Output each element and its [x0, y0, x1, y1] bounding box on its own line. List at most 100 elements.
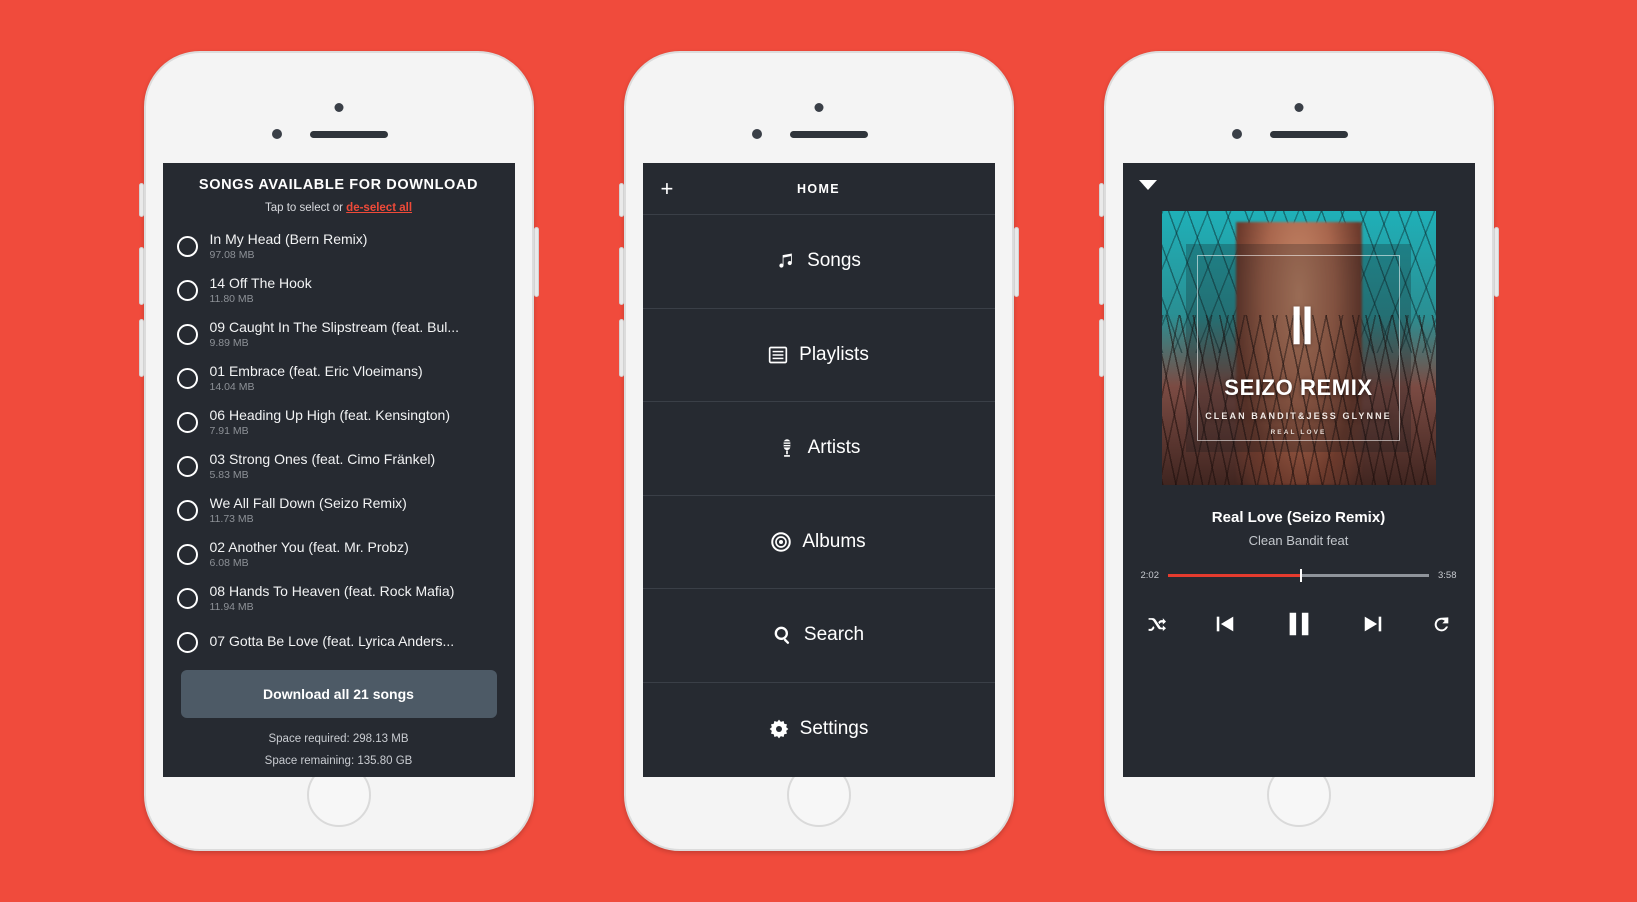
- download-all-button[interactable]: Download all 21 songs: [180, 670, 497, 718]
- album-art-wrap: ‖ SEIZO REMIX CLEAN BANDIT&JESS GLYNNE R…: [1123, 211, 1475, 485]
- phone-now-playing: ‖ SEIZO REMIX CLEAN BANDIT&JESS GLYNNE R…: [1098, 51, 1499, 851]
- menu-item-label: Albums: [802, 530, 866, 552]
- song-list: In My Head (Bern Remix) 97.08 MB 14 Off …: [163, 224, 515, 664]
- volume-up-button[interactable]: [1098, 247, 1104, 305]
- proximity-sensor: [1231, 129, 1242, 139]
- song-size: 9.89 MB: [209, 337, 249, 350]
- song-title: 02 Another You (feat. Mr. Probz): [209, 538, 409, 555]
- menu-item-settings[interactable]: Settings: [643, 683, 995, 777]
- album-art: ‖ SEIZO REMIX CLEAN BANDIT&JESS GLYNNE R…: [1161, 211, 1436, 485]
- list-item[interactable]: 14 Off The Hook 11.80 MB: [163, 268, 515, 312]
- list-item[interactable]: 01 Embrace (feat. Eric Vloeimans) 14.04 …: [163, 356, 515, 400]
- download-header: SONGS AVAILABLE FOR DOWNLOAD Tap to sele…: [163, 163, 515, 214]
- progress-fill: [1168, 574, 1302, 577]
- record-icon: [771, 532, 792, 552]
- select-hint-text: Tap to select or: [264, 202, 347, 214]
- menu-item-albums[interactable]: Albums: [642, 496, 995, 589]
- song-title: 09 Caught In The Slipstream (feat. Bul..…: [209, 318, 460, 335]
- power-button[interactable]: [1493, 227, 1499, 297]
- volume-up-button[interactable]: [138, 247, 144, 305]
- silent-switch[interactable]: [618, 183, 624, 217]
- earpiece-speaker: [1269, 131, 1348, 138]
- space-required: Space required: 298.13 MB: [268, 733, 409, 745]
- volume-down-button[interactable]: [618, 319, 624, 377]
- pause-icon[interactable]: [1284, 609, 1314, 639]
- song-size: 11.94 MB: [209, 601, 254, 614]
- earpiece-speaker: [309, 131, 388, 138]
- song-text: 01 Embrace (feat. Eric Vloeimans) 14.04 …: [210, 363, 423, 394]
- song-title: 03 Strong Ones (feat. Cimo Fränkel): [209, 450, 436, 467]
- art-title: SEIZO REMIX: [1224, 375, 1373, 401]
- select-radio-icon[interactable]: [176, 455, 198, 477]
- front-camera: [1294, 103, 1303, 112]
- silent-switch[interactable]: [138, 183, 144, 217]
- menu-item-search[interactable]: Search: [642, 589, 995, 683]
- select-radio-icon[interactable]: [176, 543, 198, 565]
- select-radio-icon[interactable]: [176, 499, 198, 521]
- song-size: 7.91 MB: [209, 425, 249, 438]
- add-button[interactable]: +: [661, 177, 674, 200]
- list-item[interactable]: We All Fall Down (Seizo Remix) 11.73 MB: [163, 488, 515, 532]
- list-item[interactable]: 02 Another You (feat. Mr. Probz) 6.08 MB: [163, 532, 515, 576]
- song-size: 6.08 MB: [209, 557, 249, 570]
- silent-switch[interactable]: [1098, 183, 1104, 217]
- list-item[interactable]: 03 Strong Ones (feat. Cimo Fränkel) 5.83…: [163, 444, 515, 488]
- menu-item-artists[interactable]: Artists: [642, 402, 995, 496]
- de-select-all-link[interactable]: de-select all: [346, 202, 412, 214]
- menu-item-label: Songs: [807, 250, 861, 272]
- earpiece-speaker: [789, 131, 868, 138]
- select-hint: Tap to select or de-select all: [173, 202, 505, 214]
- progress-slider[interactable]: [1168, 569, 1429, 583]
- phones-stage: SONGS AVAILABLE FOR DOWNLOAD Tap to sele…: [0, 0, 1637, 902]
- list-item[interactable]: 08 Hands To Heaven (feat. Rock Mafia) 11…: [163, 576, 515, 620]
- progress-row: 2:02 3:58: [1123, 569, 1475, 583]
- song-text: 08 Hands To Heaven (feat. Rock Mafia) 11…: [210, 583, 455, 614]
- front-camera: [814, 103, 823, 112]
- select-radio-icon[interactable]: [176, 631, 198, 653]
- repeat-icon[interactable]: [1432, 615, 1451, 634]
- song-title: 06 Heading Up High (feat. Kensington): [209, 406, 450, 423]
- previous-track-icon[interactable]: [1214, 613, 1236, 635]
- caret-down-icon[interactable]: [1138, 180, 1157, 190]
- menu-header: + HOME: [642, 163, 995, 215]
- gear-icon: [769, 719, 789, 739]
- select-radio-icon[interactable]: [176, 323, 198, 345]
- power-button[interactable]: [533, 227, 539, 297]
- list-item[interactable]: 07 Gotta Be Love (feat. Lyrica Anders...: [163, 620, 515, 664]
- microphone-icon: [777, 438, 797, 458]
- list-item[interactable]: In My Head (Bern Remix) 97.08 MB: [163, 224, 515, 268]
- screen-home-menu: + HOME Songs Playlists Artists Albums Se…: [642, 163, 995, 777]
- song-text: 02 Another You (feat. Mr. Probz) 6.08 MB: [210, 539, 409, 570]
- song-title: We All Fall Down (Seizo Remix): [209, 494, 407, 511]
- volume-down-button[interactable]: [138, 319, 144, 377]
- phone-home-menu: + HOME Songs Playlists Artists Albums Se…: [618, 51, 1019, 851]
- select-radio-icon[interactable]: [176, 235, 198, 257]
- song-size: 97.08 MB: [209, 249, 255, 262]
- volume-up-button[interactable]: [618, 247, 624, 305]
- list-item[interactable]: 06 Heading Up High (feat. Kensington) 7.…: [163, 400, 515, 444]
- volume-down-button[interactable]: [1098, 319, 1104, 377]
- progress-knob[interactable]: [1299, 569, 1303, 583]
- proximity-sensor: [271, 129, 282, 139]
- space-remaining: Space remaining: 135.80 GB: [264, 754, 413, 767]
- song-text: In My Head (Bern Remix) 97.08 MB: [210, 231, 368, 262]
- song-text: 09 Caught In The Slipstream (feat. Bul..…: [210, 319, 460, 350]
- list-item[interactable]: 09 Caught In The Slipstream (feat. Bul..…: [163, 312, 515, 356]
- next-track-icon[interactable]: [1362, 613, 1384, 635]
- menu-item-songs[interactable]: Songs: [642, 215, 995, 309]
- select-radio-icon[interactable]: [176, 411, 198, 433]
- music-note-icon: [776, 251, 796, 271]
- select-radio-icon[interactable]: [176, 367, 198, 389]
- power-button[interactable]: [1013, 227, 1019, 297]
- song-text: 07 Gotta Be Love (feat. Lyrica Anders...: [210, 633, 455, 651]
- menu-item-label: Playlists: [799, 343, 869, 365]
- song-text: We All Fall Down (Seizo Remix) 11.73 MB: [210, 495, 407, 526]
- shuffle-icon[interactable]: [1147, 615, 1166, 634]
- menu-item-playlists[interactable]: Playlists: [642, 309, 995, 402]
- select-radio-icon[interactable]: [176, 279, 198, 301]
- proximity-sensor: [751, 129, 762, 139]
- art-subtitle: REAL LOVE: [1270, 428, 1327, 436]
- song-size: 14.04 MB: [209, 381, 255, 394]
- phone-download-list: SONGS AVAILABLE FOR DOWNLOAD Tap to sele…: [138, 51, 539, 851]
- select-radio-icon[interactable]: [176, 587, 198, 609]
